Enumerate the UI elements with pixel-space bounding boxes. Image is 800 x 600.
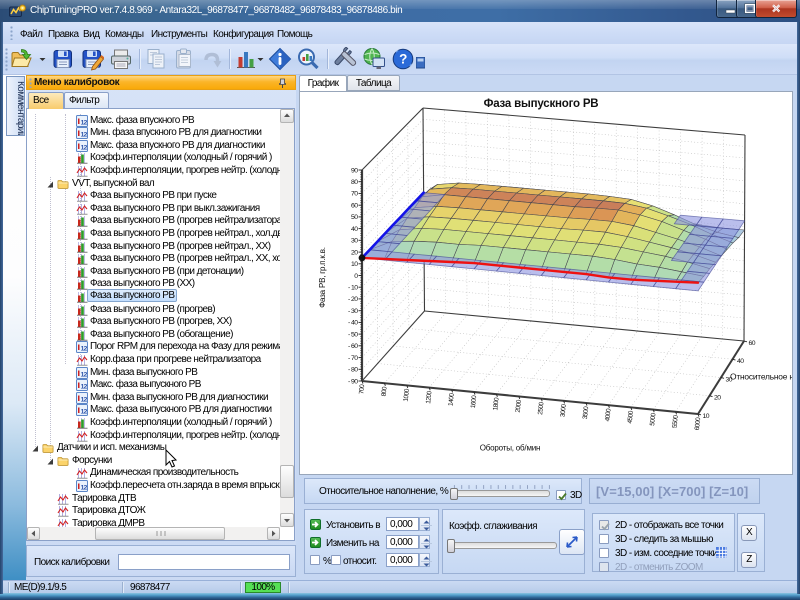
svg-text:1200: 1200 xyxy=(425,390,433,404)
svg-text:12: 12 xyxy=(81,396,88,403)
svg-text:- 90: - 90 xyxy=(348,378,358,385)
svg-text:- 70: - 70 xyxy=(348,355,358,362)
svg-text:6000: 6000 xyxy=(694,417,702,431)
svg-text:- 40: - 40 xyxy=(348,320,358,327)
svg-text:5000: 5000 xyxy=(649,412,657,426)
svg-text:1800: 1800 xyxy=(492,397,500,411)
svg-text:Обороты, об/мин: Обороты, об/мин xyxy=(480,444,540,453)
svg-text:4500: 4500 xyxy=(627,410,635,424)
svg-text:Относительное наполнение: Относительное наполнение xyxy=(730,372,792,382)
svg-text:60: 60 xyxy=(351,203,358,210)
svg-text:0: 0 xyxy=(354,273,358,280)
svg-text:20: 20 xyxy=(351,249,358,256)
svg-text:20: 20 xyxy=(714,395,721,402)
svg-text:10: 10 xyxy=(703,413,710,420)
svg-text:- 30: - 30 xyxy=(348,308,358,315)
svg-text:- 80: - 80 xyxy=(348,367,358,374)
svg-text:- 50: - 50 xyxy=(348,331,358,338)
svg-text:12: 12 xyxy=(81,409,88,416)
svg-text:Фаза выпускного РВ: Фаза выпускного РВ xyxy=(484,98,599,110)
svg-text:12: 12 xyxy=(81,131,88,138)
svg-text:40: 40 xyxy=(737,358,744,365)
svg-text:1000: 1000 xyxy=(403,388,411,402)
svg-text:- 60: - 60 xyxy=(348,343,358,350)
svg-text:3000: 3000 xyxy=(560,403,568,417)
svg-text:800: 800 xyxy=(381,386,389,397)
svg-text:1400: 1400 xyxy=(448,392,456,406)
svg-text:- 10: - 10 xyxy=(348,285,358,292)
svg-text:12: 12 xyxy=(81,346,88,353)
svg-text:2500: 2500 xyxy=(537,401,545,415)
svg-text:- 20: - 20 xyxy=(348,296,358,303)
svg-text:12: 12 xyxy=(81,484,88,491)
svg-text:2000: 2000 xyxy=(515,399,523,413)
svg-text:12: 12 xyxy=(81,144,88,151)
svg-text:Комментарии: Комментарии xyxy=(15,81,24,135)
svg-text:5500: 5500 xyxy=(672,414,680,428)
svg-text:30: 30 xyxy=(351,238,358,245)
svg-text:50: 50 xyxy=(351,214,358,221)
svg-text:4000: 4000 xyxy=(604,408,612,422)
svg-text:80: 80 xyxy=(351,179,358,186)
svg-text:1600: 1600 xyxy=(470,395,478,409)
svg-text:40: 40 xyxy=(351,226,358,233)
svg-text:12: 12 xyxy=(81,371,88,378)
svg-text:90: 90 xyxy=(351,167,358,174)
svg-text:12: 12 xyxy=(81,383,88,390)
svg-text:12: 12 xyxy=(81,119,88,126)
svg-text:60: 60 xyxy=(749,340,756,347)
svg-text:700: 700 xyxy=(358,384,366,395)
svg-text:?: ? xyxy=(399,52,407,67)
svg-text:10: 10 xyxy=(351,261,358,268)
svg-text:Фаза РВ, гр.п.к.в.: Фаза РВ, гр.п.к.в. xyxy=(318,247,327,308)
svg-text:70: 70 xyxy=(351,191,358,198)
svg-text:3500: 3500 xyxy=(582,406,590,420)
